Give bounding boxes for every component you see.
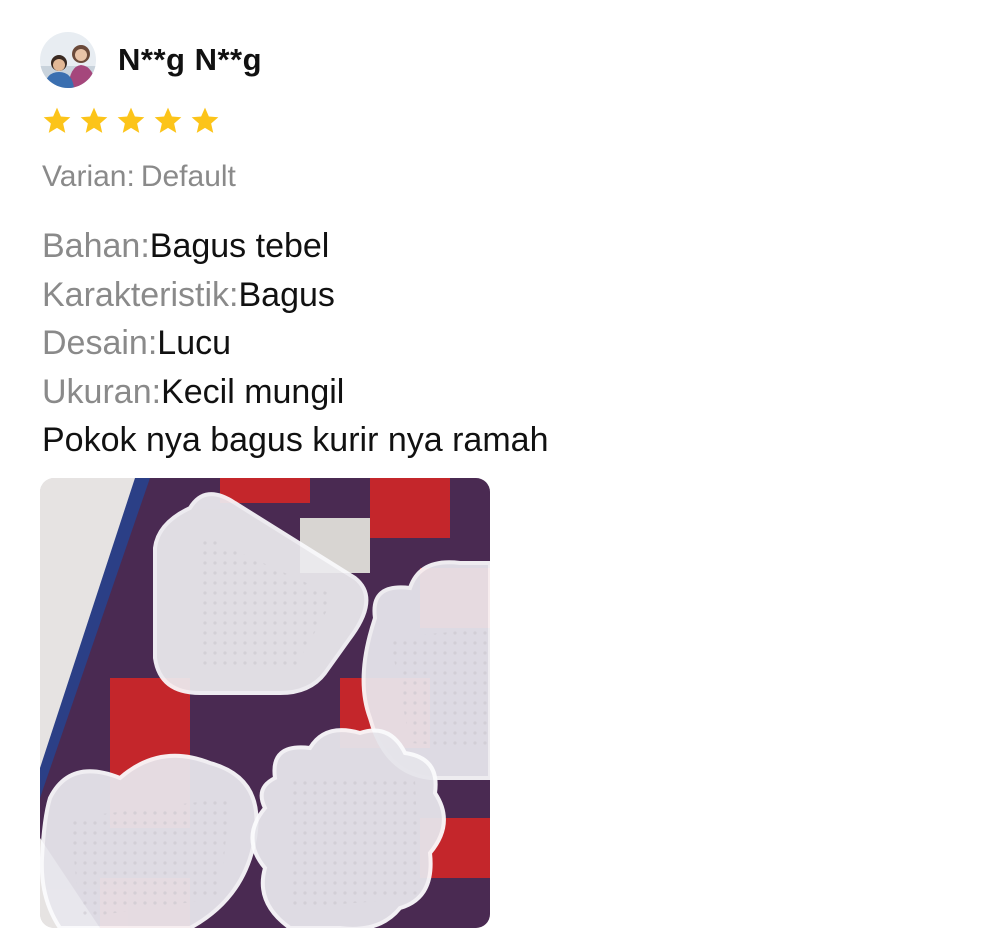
attribute-row-bahan: Bahan:Bagus tebel <box>42 222 548 271</box>
review-card: N**g N**g Varian: Default Bahan:Bagus teb… <box>0 0 1000 942</box>
attribute-row-desain: Desain:Lucu <box>42 319 548 368</box>
attribute-value: Kecil mungil <box>161 372 345 411</box>
attribute-row-ukuran: Ukuran:Kecil mungil <box>42 368 548 417</box>
attribute-label: Bahan: <box>42 227 150 265</box>
attribute-label: Ukuran: <box>42 372 162 411</box>
star-icon <box>80 107 108 133</box>
variant-info: Varian: Default <box>42 160 236 194</box>
product-photo-image <box>40 478 490 928</box>
star-rating <box>40 105 225 137</box>
star-icon <box>117 107 145 133</box>
attribute-value: Bagus <box>238 275 335 314</box>
review-comment: Pokok nya bagus kurir nya ramah <box>42 421 549 459</box>
avatar[interactable] <box>40 32 96 88</box>
reviewer-name: N**g N**g <box>118 42 263 77</box>
star-icon <box>154 107 182 133</box>
star-icon <box>191 107 219 133</box>
attribute-label: Karakteristik: <box>42 275 239 314</box>
attribute-row-karakteristik: Karakteristik:Bagus <box>42 271 548 320</box>
review-attributes: Bahan:Bagus tebel Karakteristik:Bagus De… <box>42 222 548 465</box>
review-header: N**g N**g <box>40 32 262 88</box>
attribute-label: Desain: <box>42 324 158 362</box>
review-photo[interactable] <box>40 478 490 928</box>
attribute-value: Lucu <box>157 324 232 362</box>
variant-label: Varian: <box>42 160 135 193</box>
variant-value: Default <box>140 160 236 193</box>
star-icon <box>43 107 71 133</box>
attribute-value: Bagus tebel <box>149 227 330 265</box>
